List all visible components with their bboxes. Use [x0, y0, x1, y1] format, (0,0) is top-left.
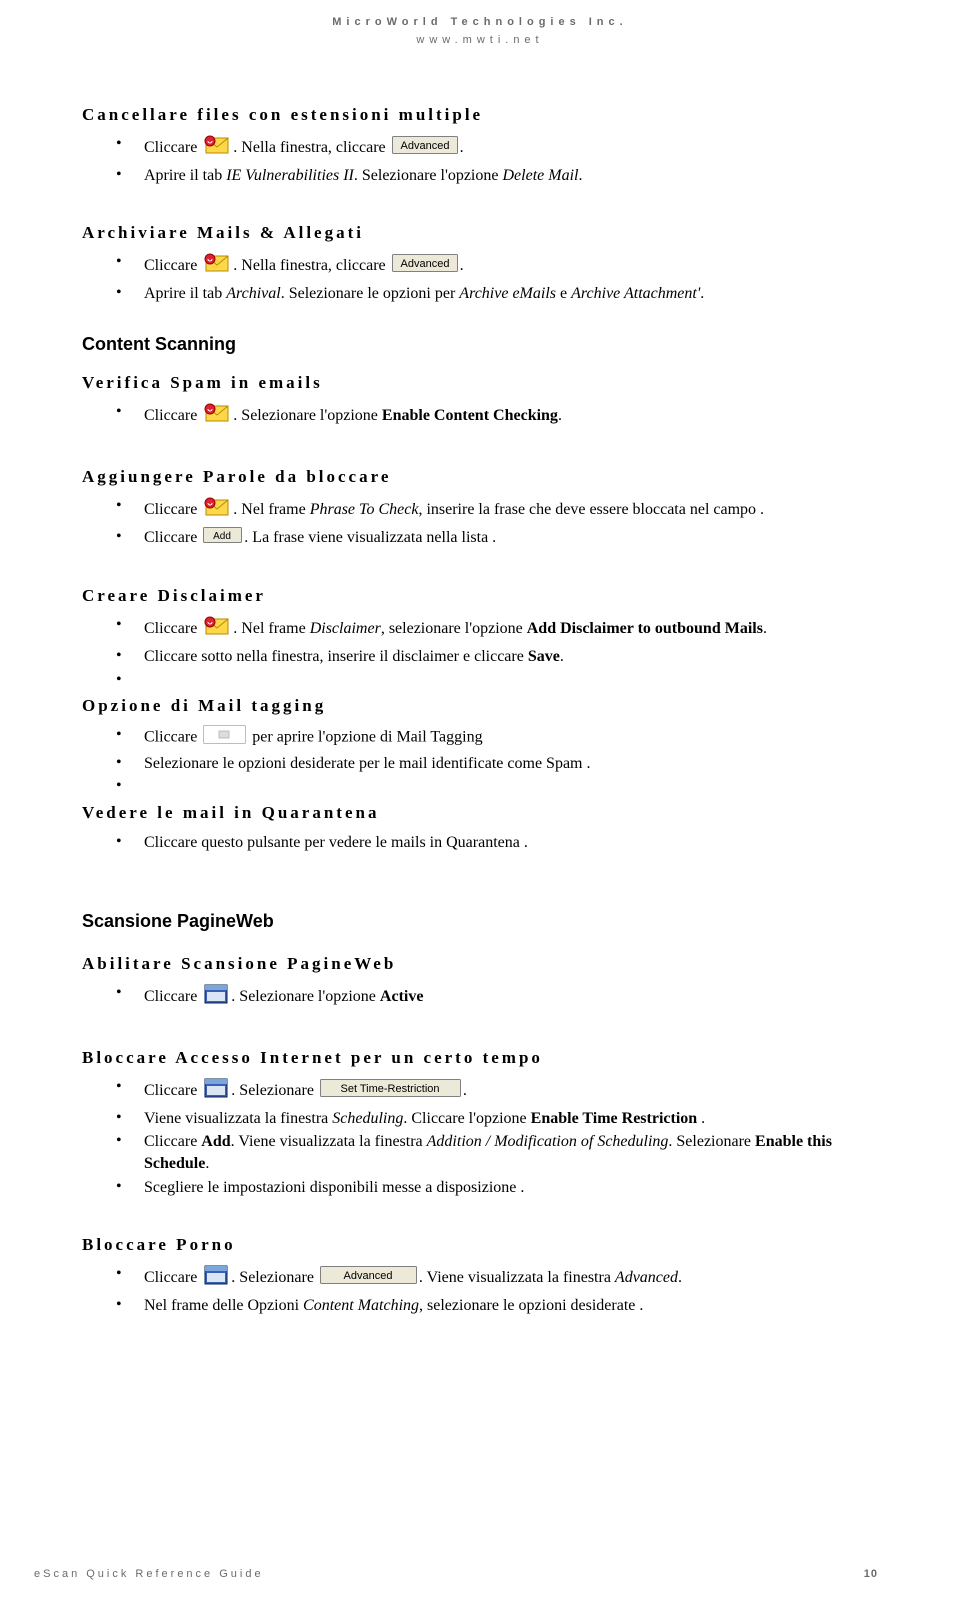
web-icon: [203, 1077, 229, 1106]
step: Cliccare sotto nella finestra, inserire …: [144, 645, 878, 669]
step-empty: [144, 775, 878, 799]
company-site: www.mwti.net: [82, 32, 878, 50]
step: Scegliere le impostazioni disponibili me…: [144, 1176, 878, 1200]
heading-content-scanning: Content Scanning: [82, 334, 878, 355]
heading-block-porno: Bloccare Porno: [82, 1235, 878, 1255]
heading-block-internet: Bloccare Accesso Internet per un certo t…: [82, 1048, 878, 1068]
mail-icon: [203, 134, 231, 163]
step: Aprire il tab Archival. Selezionare le o…: [144, 282, 878, 306]
company-name: MicroWorld Technologies Inc.: [82, 14, 878, 32]
step: Cliccare . Selezionare .: [144, 1076, 878, 1107]
add-button-icon: [203, 527, 242, 550]
heading-enable-web: Abilitare Scansione PagineWeb: [82, 954, 878, 974]
heading-mail-tagging: Opzione di Mail tagging: [82, 696, 878, 716]
step: Cliccare . Selezionare l'opzione Enable …: [144, 401, 878, 432]
heading-create-disclaimer: Creare Disclaimer: [82, 586, 878, 606]
list: Cliccare . Selezionare l'opzione Enable …: [82, 401, 878, 432]
step: Cliccare . La frase viene visualizzata n…: [144, 526, 878, 551]
mail-icon: [203, 615, 231, 644]
page-number: 10: [864, 1568, 878, 1580]
step: Viene visualizzata la finestra Schedulin…: [144, 1107, 878, 1131]
footer-title: eScan Quick Reference Guide: [34, 1568, 264, 1580]
heading-scansione-pagineweb: Scansione PagineWeb: [82, 911, 878, 932]
step-empty: [144, 669, 878, 693]
set-time-restriction-button-icon: [320, 1079, 461, 1104]
step: Cliccare . Nella finestra, cliccare .: [144, 251, 878, 282]
advanced-button-icon: [392, 136, 458, 161]
heading-cancel-files: Cancellare files con estensioni multiple: [82, 105, 878, 125]
step: Cliccare . Nella finestra, cliccare .: [144, 133, 878, 164]
list: Cliccare . Nel frame Disclaimer, selezio…: [82, 614, 878, 692]
list: Cliccare . Selezionare . Viene visualizz…: [82, 1263, 878, 1317]
page-header: MicroWorld Technologies Inc. www.mwti.ne…: [82, 14, 878, 49]
list: Cliccare . Selezionare . Viene visualizz…: [82, 1076, 878, 1199]
list: Cliccare . Nella finestra, cliccare . Ap…: [82, 251, 878, 305]
mail-icon: [203, 402, 231, 431]
advanced-button-icon: [320, 1266, 417, 1291]
step: Selezionare le opzioni desiderate per le…: [144, 752, 878, 776]
step: Cliccare . Nel frame Disclaimer, selezio…: [144, 614, 878, 645]
page-footer: eScan Quick Reference Guide 10: [0, 1568, 960, 1580]
mail-icon: [203, 252, 231, 281]
heading-quarantine: Vedere le mail in Quarantena: [82, 803, 878, 823]
step: Cliccare questo pulsante per vedere le m…: [144, 831, 878, 855]
web-icon: [203, 983, 229, 1012]
step: Nel frame delle Opzioni Content Matching…: [144, 1294, 878, 1318]
step: Cliccare Add. Viene visualizzata la fine…: [144, 1130, 878, 1175]
list: Cliccare per aprire l'opzione di Mail Ta…: [82, 724, 878, 799]
heading-verify-spam: Verifica Spam in emails: [82, 373, 878, 393]
heading-add-words: Aggiungere Parole da bloccare: [82, 467, 878, 487]
list: Cliccare questo pulsante per vedere le m…: [82, 831, 878, 855]
list: Cliccare . Selezionare l'opzione Active: [82, 982, 878, 1013]
step: Cliccare . Selezionare l'opzione Active: [144, 982, 878, 1013]
heading-archive-mails: Archiviare Mails & Allegati: [82, 223, 878, 243]
mail-icon: [203, 496, 231, 525]
tag-button-icon: [203, 725, 246, 751]
step: Cliccare . Nel frame Phrase To Check, in…: [144, 495, 878, 526]
step: Cliccare . Selezionare . Viene visualizz…: [144, 1263, 878, 1294]
web-icon: [203, 1264, 229, 1293]
list: Cliccare . Nel frame Phrase To Check, in…: [82, 495, 878, 550]
step: Aprire il tab IE Vulnerabilities II. Sel…: [144, 164, 878, 188]
step: Cliccare per aprire l'opzione di Mail Ta…: [144, 724, 878, 752]
list: Cliccare . Nella finestra, cliccare . Ap…: [82, 133, 878, 187]
advanced-button-icon: [392, 254, 458, 279]
